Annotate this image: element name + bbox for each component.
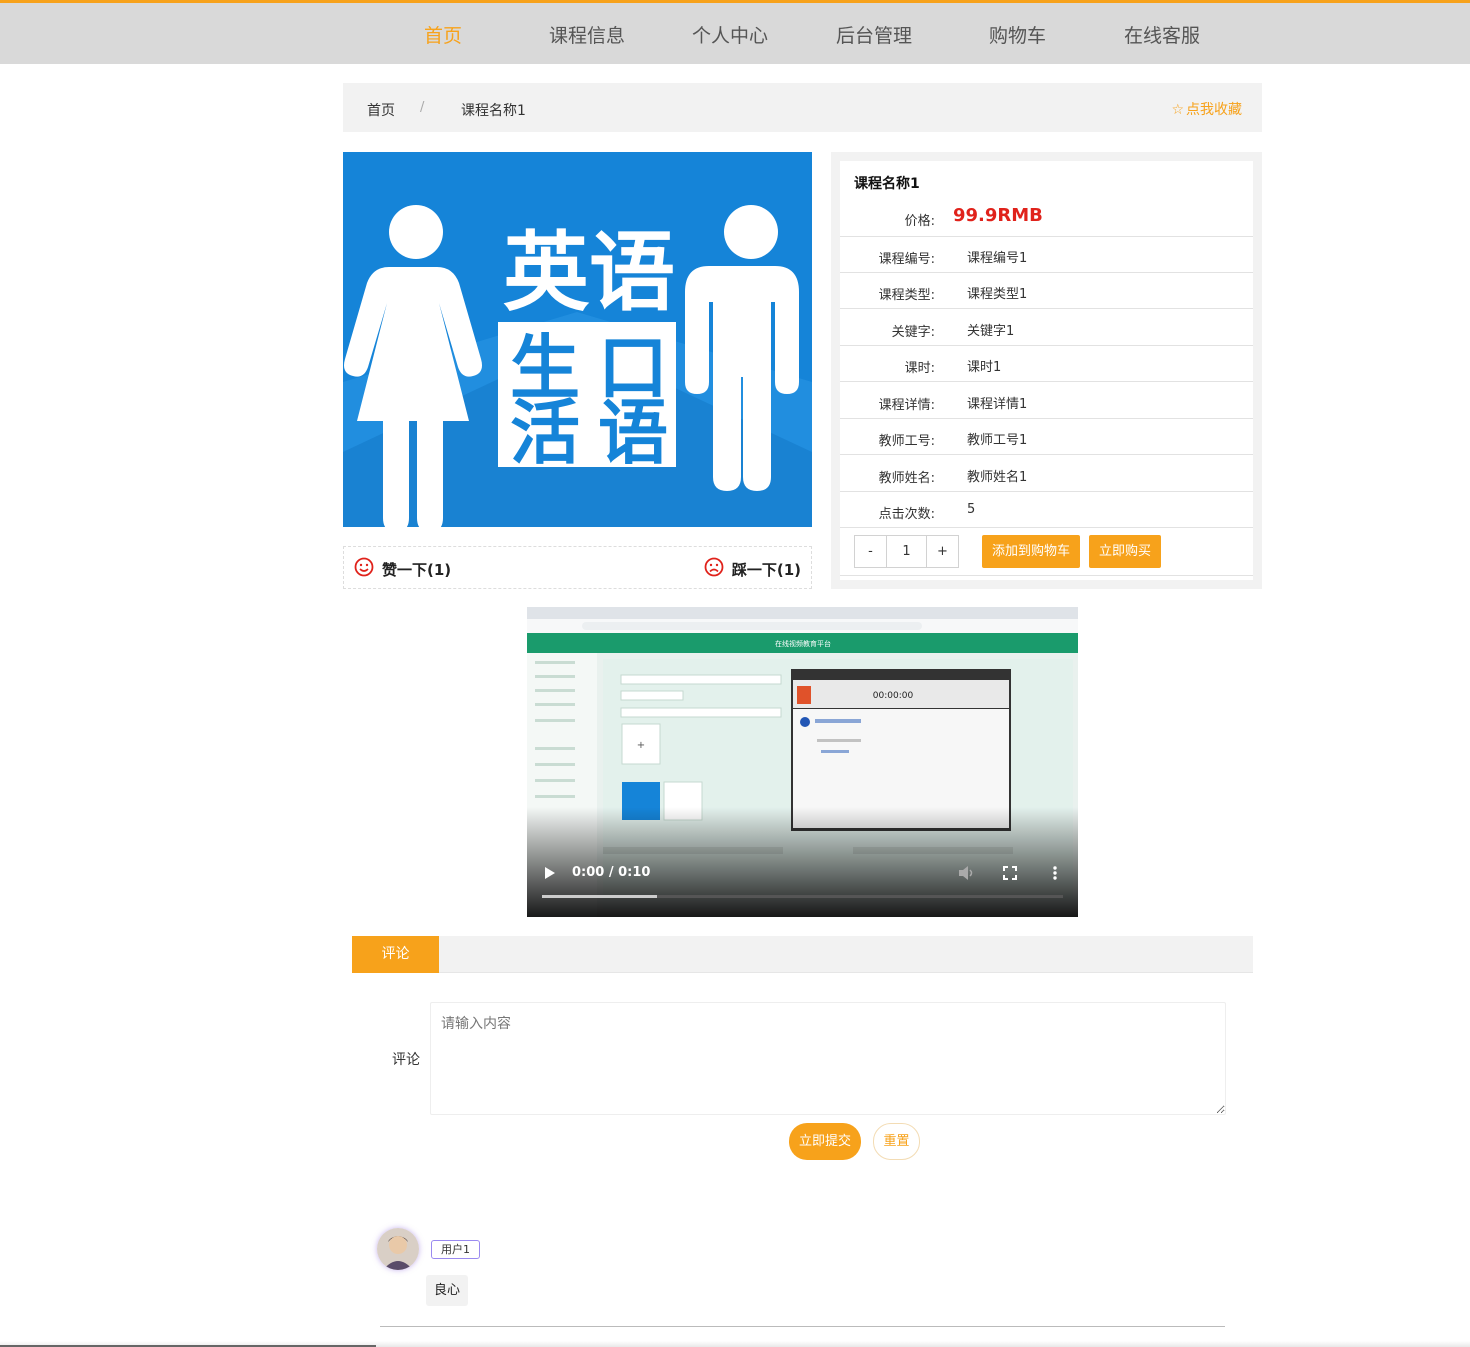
cover-title-char-3: 活 xyxy=(510,392,580,474)
video-inner-header: 在线视频教育平台 xyxy=(775,639,831,648)
comment-content: 良心 xyxy=(426,1275,469,1306)
info-label: 课时: xyxy=(904,361,935,376)
nav-personal-center[interactable]: 个人中心 xyxy=(692,21,768,48)
video-progress-played xyxy=(542,895,657,898)
info-row: 教师工号: 教师工号1 xyxy=(840,419,1253,455)
info-label: 课程详情: xyxy=(878,398,935,413)
video-progress-bar[interactable] xyxy=(542,895,1063,898)
nav-course-info[interactable]: 课程信息 xyxy=(549,21,625,48)
breadcrumb: 首页 / 课程名称1 ☆ 点我收藏 xyxy=(343,83,1262,132)
nav-admin[interactable]: 后台管理 xyxy=(836,21,912,48)
breadcrumb-separator: / xyxy=(420,100,425,115)
comment-tabs: 评论 xyxy=(352,936,1253,973)
submit-button[interactable]: 立即提交 xyxy=(789,1123,861,1160)
course-info-card: 课程名称1 价格: 99.9RMB 课程编号: 课程编号1 课程类型: 课程类型… xyxy=(840,161,1253,580)
info-value: 关键字1 xyxy=(967,324,1015,339)
course-video-player[interactable]: 在线视频教育平台 + 00:00:00 0:00 / 0:10 xyxy=(527,607,1078,917)
comment-divider xyxy=(380,1326,1225,1327)
info-label: 关键字: xyxy=(891,325,935,340)
like-bar: 赞一下(1) 踩一下(1) xyxy=(343,546,812,589)
info-row: 点击次数: 5 xyxy=(840,492,1253,528)
divider xyxy=(840,575,1253,576)
price-value: 99.9RMB xyxy=(953,205,1043,226)
avatar xyxy=(377,1228,419,1270)
info-row: 关键字: 关键字1 xyxy=(840,310,1253,346)
dislike-label: 踩一下(1) xyxy=(731,560,801,579)
price-label: 价格: xyxy=(904,214,935,229)
comment-input[interactable] xyxy=(430,1002,1226,1115)
breadcrumb-current: 课程名称1 xyxy=(461,103,526,119)
favorite-button[interactable]: ☆ 点我收藏 xyxy=(1171,99,1242,119)
info-value: 课程编号1 xyxy=(967,251,1028,266)
info-row: 课程类型: 课程类型1 xyxy=(840,273,1253,309)
info-label: 教师工号: xyxy=(878,434,935,449)
price-row: 价格: 99.9RMB xyxy=(840,201,1253,237)
volume-icon[interactable] xyxy=(957,865,975,881)
quantity-increment-button[interactable]: + xyxy=(927,536,958,567)
info-value: 教师工号1 xyxy=(967,433,1028,448)
course-info-panel: 课程名称1 价格: 99.9RMB 课程编号: 课程编号1 课程类型: 课程类型… xyxy=(831,152,1262,589)
like-label: 赞一下(1) xyxy=(382,560,452,579)
add-to-cart-button[interactable]: 添加到购物车 xyxy=(982,535,1080,568)
reset-button[interactable]: 重置 xyxy=(873,1123,920,1160)
star-icon: ☆ xyxy=(1171,102,1184,118)
top-navigation-bar: 首页 课程信息 个人中心 后台管理 购物车 在线客服 xyxy=(0,0,1470,64)
favorite-label: 点我收藏 xyxy=(1186,102,1242,118)
quantity-decrement-button[interactable]: - xyxy=(855,536,886,567)
course-title: 课程名称1 xyxy=(854,176,920,192)
info-row: 课程详情: 课程详情1 xyxy=(840,383,1253,419)
tab-comments[interactable]: 评论 xyxy=(352,936,439,973)
like-button[interactable]: 赞一下(1) xyxy=(354,557,451,581)
info-value: 教师姓名1 xyxy=(967,470,1028,485)
info-value: 课程详情1 xyxy=(967,397,1028,412)
info-label: 课程类型: xyxy=(878,288,935,303)
nav-home[interactable]: 首页 xyxy=(424,21,462,48)
cover-title-line1: 英语 xyxy=(503,223,675,323)
breadcrumb-home[interactable]: 首页 xyxy=(367,100,395,120)
info-label: 教师姓名: xyxy=(878,471,935,486)
course-cover-image: 英语 生 口 活 语 xyxy=(343,152,812,527)
fullscreen-icon[interactable] xyxy=(1003,866,1017,880)
info-value: 课程类型1 xyxy=(967,287,1028,302)
info-value: 5 xyxy=(967,502,976,517)
nav-cart[interactable]: 购物车 xyxy=(989,21,1046,48)
nav-online-service[interactable]: 在线客服 xyxy=(1124,21,1200,48)
info-row: 教师姓名: 教师姓名1 xyxy=(840,456,1253,492)
svg-text:+: + xyxy=(637,740,645,751)
frown-icon xyxy=(704,557,724,581)
quantity-value[interactable]: 1 xyxy=(886,536,927,567)
info-label: 点击次数: xyxy=(878,507,935,522)
video-time: 0:00 / 0:10 xyxy=(572,865,651,880)
buy-now-button[interactable]: 立即购买 xyxy=(1089,535,1161,568)
dislike-button[interactable]: 踩一下(1) xyxy=(704,557,801,581)
info-value: 课时1 xyxy=(967,360,1002,375)
video-controls-overlay xyxy=(527,807,1078,917)
cover-title-char-4: 语 xyxy=(598,392,668,474)
comment-username: 用户1 xyxy=(431,1240,480,1259)
comment-field-label: 评论 xyxy=(392,1052,420,1068)
video-inner-clock: 00:00:00 xyxy=(873,691,914,701)
more-options-icon[interactable] xyxy=(1051,865,1059,881)
quantity-stepper: - 1 + xyxy=(854,535,959,568)
smile-icon xyxy=(354,557,374,581)
info-row: 课时: 课时1 xyxy=(840,346,1253,382)
play-icon[interactable] xyxy=(544,866,556,880)
info-label: 课程编号: xyxy=(878,252,935,267)
info-row: 课程编号: 课程编号1 xyxy=(840,237,1253,273)
